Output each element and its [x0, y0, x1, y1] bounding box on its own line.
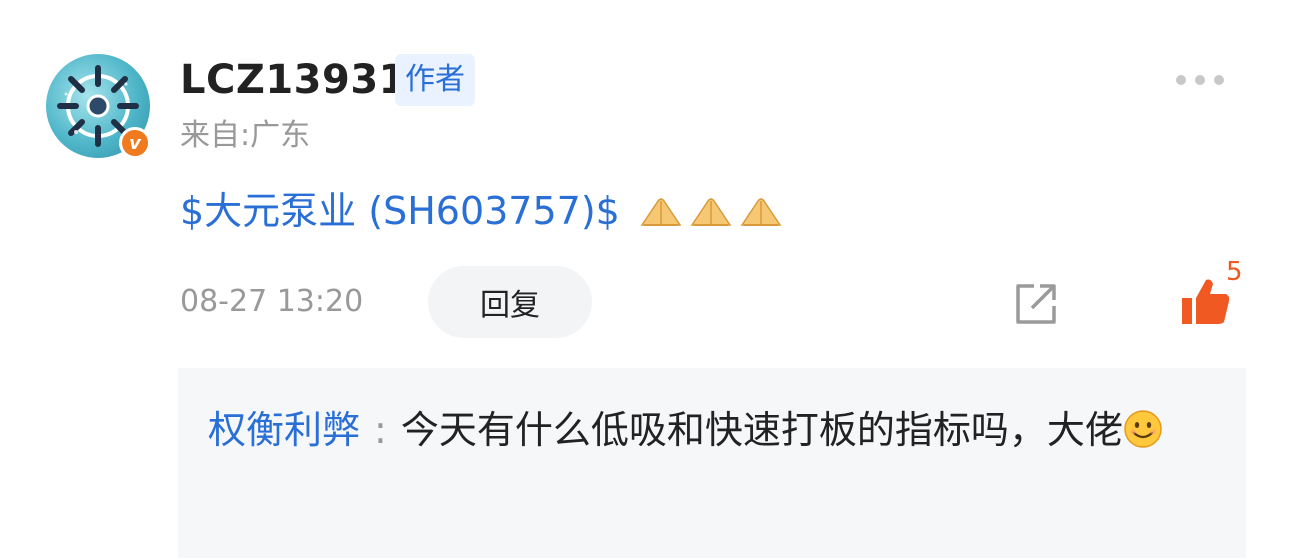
location-text: 来自:广东: [180, 118, 311, 153]
praying-hands-icon: [690, 198, 732, 226]
smile-emoji-icon: [1124, 410, 1162, 448]
sub-reply-text: 权衡利弊: 今天有什么低吸和快速打板的指标吗，大佬: [208, 398, 1208, 462]
timestamp: 08-27 13:20: [180, 284, 364, 319]
share-icon[interactable]: [1012, 280, 1060, 328]
author-tag: 作者: [395, 54, 475, 106]
verified-badge-icon: v: [119, 127, 151, 159]
praying-hands-emoji-group: [638, 193, 784, 229]
post-content: $大元泵业 (SH603757)$: [180, 186, 784, 236]
like-count: 5: [1226, 257, 1243, 287]
sub-reply-colon: :: [374, 408, 387, 452]
stock-link[interactable]: $大元泵业 (SH603757)$: [180, 186, 620, 236]
praying-hands-icon: [740, 198, 782, 226]
username[interactable]: LCZ13931: [180, 54, 407, 106]
comment-page: v LCZ13931 作者 来自:广东 $大元泵业 (SH603757)$ 08…: [0, 0, 1290, 558]
sub-reply-username[interactable]: 权衡利弊: [208, 408, 360, 452]
reply-button[interactable]: 回复: [428, 266, 592, 338]
sub-reply-box[interactable]: [178, 368, 1246, 558]
thumbs-up-icon[interactable]: [1180, 276, 1232, 328]
more-dots-icon[interactable]: [1176, 70, 1224, 90]
praying-hands-icon: [640, 198, 682, 226]
sub-reply-content: 今天有什么低吸和快速打板的指标吗，大佬: [400, 408, 1123, 452]
